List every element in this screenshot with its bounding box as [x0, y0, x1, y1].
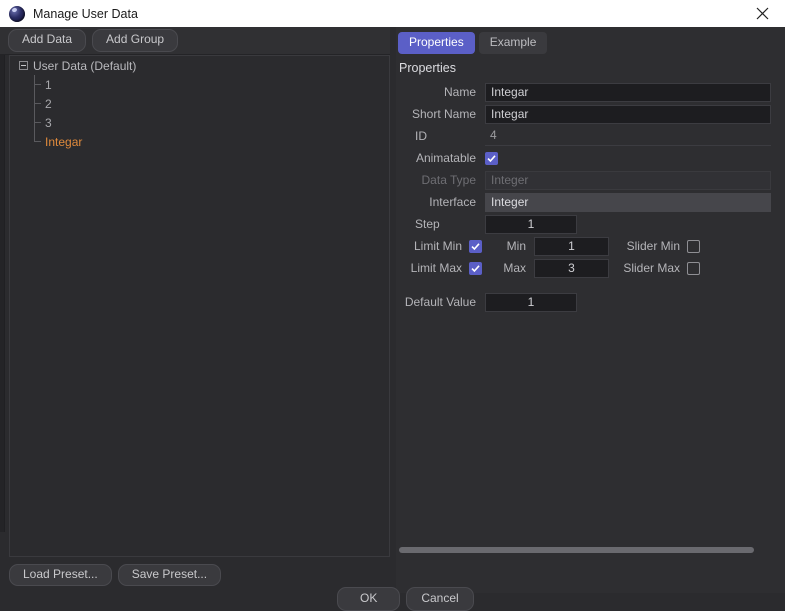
animatable-label: Animatable [415, 151, 476, 165]
add-group-button[interactable]: Add Group [92, 29, 179, 52]
ok-cancel-group: OK Cancel [337, 587, 480, 611]
row-interface: Interface [399, 191, 785, 213]
tree-root-row[interactable]: User Data (Default) [10, 56, 389, 75]
horizontal-scrollbar-thumb[interactable] [399, 547, 754, 553]
max-label: Max [503, 261, 526, 275]
window-title: Manage User Data [33, 6, 138, 21]
slider-max-label: Slider Max [623, 261, 680, 275]
data-type-label: Data Type [421, 173, 476, 187]
short-name-input[interactable] [485, 104, 771, 124]
tree-tick [34, 122, 41, 123]
tree-tick [34, 84, 41, 85]
step-input[interactable] [485, 214, 577, 234]
section-title: Properties [399, 61, 456, 75]
minus-box-icon[interactable] [19, 61, 28, 70]
name-label: Name [443, 85, 476, 99]
row-step: Step [399, 213, 785, 235]
min-input[interactable] [534, 236, 609, 256]
id-label: ID [415, 129, 427, 143]
title-bar: Manage User Data [0, 0, 785, 28]
tree-toolbar: Add Data Add Group [0, 27, 390, 55]
limit-max-label: Limit Max [410, 261, 462, 275]
tab-strip: Properties Example [396, 27, 785, 55]
row-animatable: Animatable [399, 147, 785, 169]
dialog-footer: OK Cancel [0, 557, 785, 611]
row-data-type: Data Type [399, 169, 785, 191]
form-spacer [399, 279, 785, 291]
short-name-label: Short Name [411, 107, 476, 121]
add-data-button[interactable]: Add Data [8, 29, 87, 52]
user-data-tree[interactable]: User Data (Default) 1 2 3 Integar [9, 55, 390, 557]
row-id: ID [399, 125, 785, 147]
row-short-name: Short Name [399, 103, 785, 125]
step-label: Step [415, 217, 440, 231]
tree-item-label: 1 [45, 77, 52, 92]
tree-item[interactable]: 2 [10, 94, 389, 113]
tab-example[interactable]: Example [478, 31, 548, 55]
min-label: Min [506, 239, 526, 253]
limit-min-label: Limit Min [413, 239, 462, 253]
name-input[interactable] [485, 82, 771, 102]
row-name: Name [399, 81, 785, 103]
dialog-body: Add Data Add Group User Data (Default) 1… [0, 27, 785, 611]
cancel-button[interactable]: Cancel [406, 587, 474, 611]
row-limit-min: Limit Min Min Slider Min [399, 235, 785, 257]
tree-item-selected[interactable]: Integar [10, 132, 389, 151]
properties-form: Name Short Name ID Animatable Data Type [396, 81, 785, 313]
animatable-checkbox[interactable] [485, 151, 498, 165]
tree-tick [34, 141, 41, 142]
limit-min-checkbox[interactable] [469, 239, 482, 253]
properties-panel: Properties Example Properties Name Short… [396, 27, 785, 593]
tree-item-label: 3 [45, 115, 52, 130]
user-data-tree-panel: Add Data Add Group User Data (Default) 1… [0, 27, 390, 593]
tree-tick [34, 103, 41, 104]
ok-button[interactable]: OK [337, 587, 401, 611]
slider-max-checkbox[interactable] [687, 261, 700, 275]
tab-properties[interactable]: Properties [398, 31, 475, 55]
row-default-value: Default Value [399, 291, 785, 313]
horizontal-scrollbar[interactable] [399, 543, 759, 555]
default-value-input[interactable] [485, 292, 577, 312]
interface-label: Interface [429, 195, 476, 209]
close-icon[interactable] [739, 0, 785, 27]
max-input[interactable] [534, 258, 609, 278]
tree-item[interactable]: 1 [10, 75, 389, 94]
tree-item-label: 2 [45, 96, 52, 111]
tree-item[interactable]: 3 [10, 113, 389, 132]
row-limit-max: Limit Max Max Slider Max [399, 257, 785, 279]
slider-min-checkbox[interactable] [687, 239, 700, 253]
slider-min-label: Slider Min [626, 239, 680, 253]
id-input[interactable] [485, 126, 771, 146]
tree-root-label: User Data (Default) [33, 58, 137, 73]
interface-input[interactable] [485, 192, 771, 212]
app-sphere-icon [9, 5, 25, 22]
tree-item-label: Integar [45, 134, 83, 149]
default-value-label: Default Value [404, 295, 476, 309]
limit-max-checkbox[interactable] [469, 261, 482, 275]
data-type-input [485, 170, 771, 190]
